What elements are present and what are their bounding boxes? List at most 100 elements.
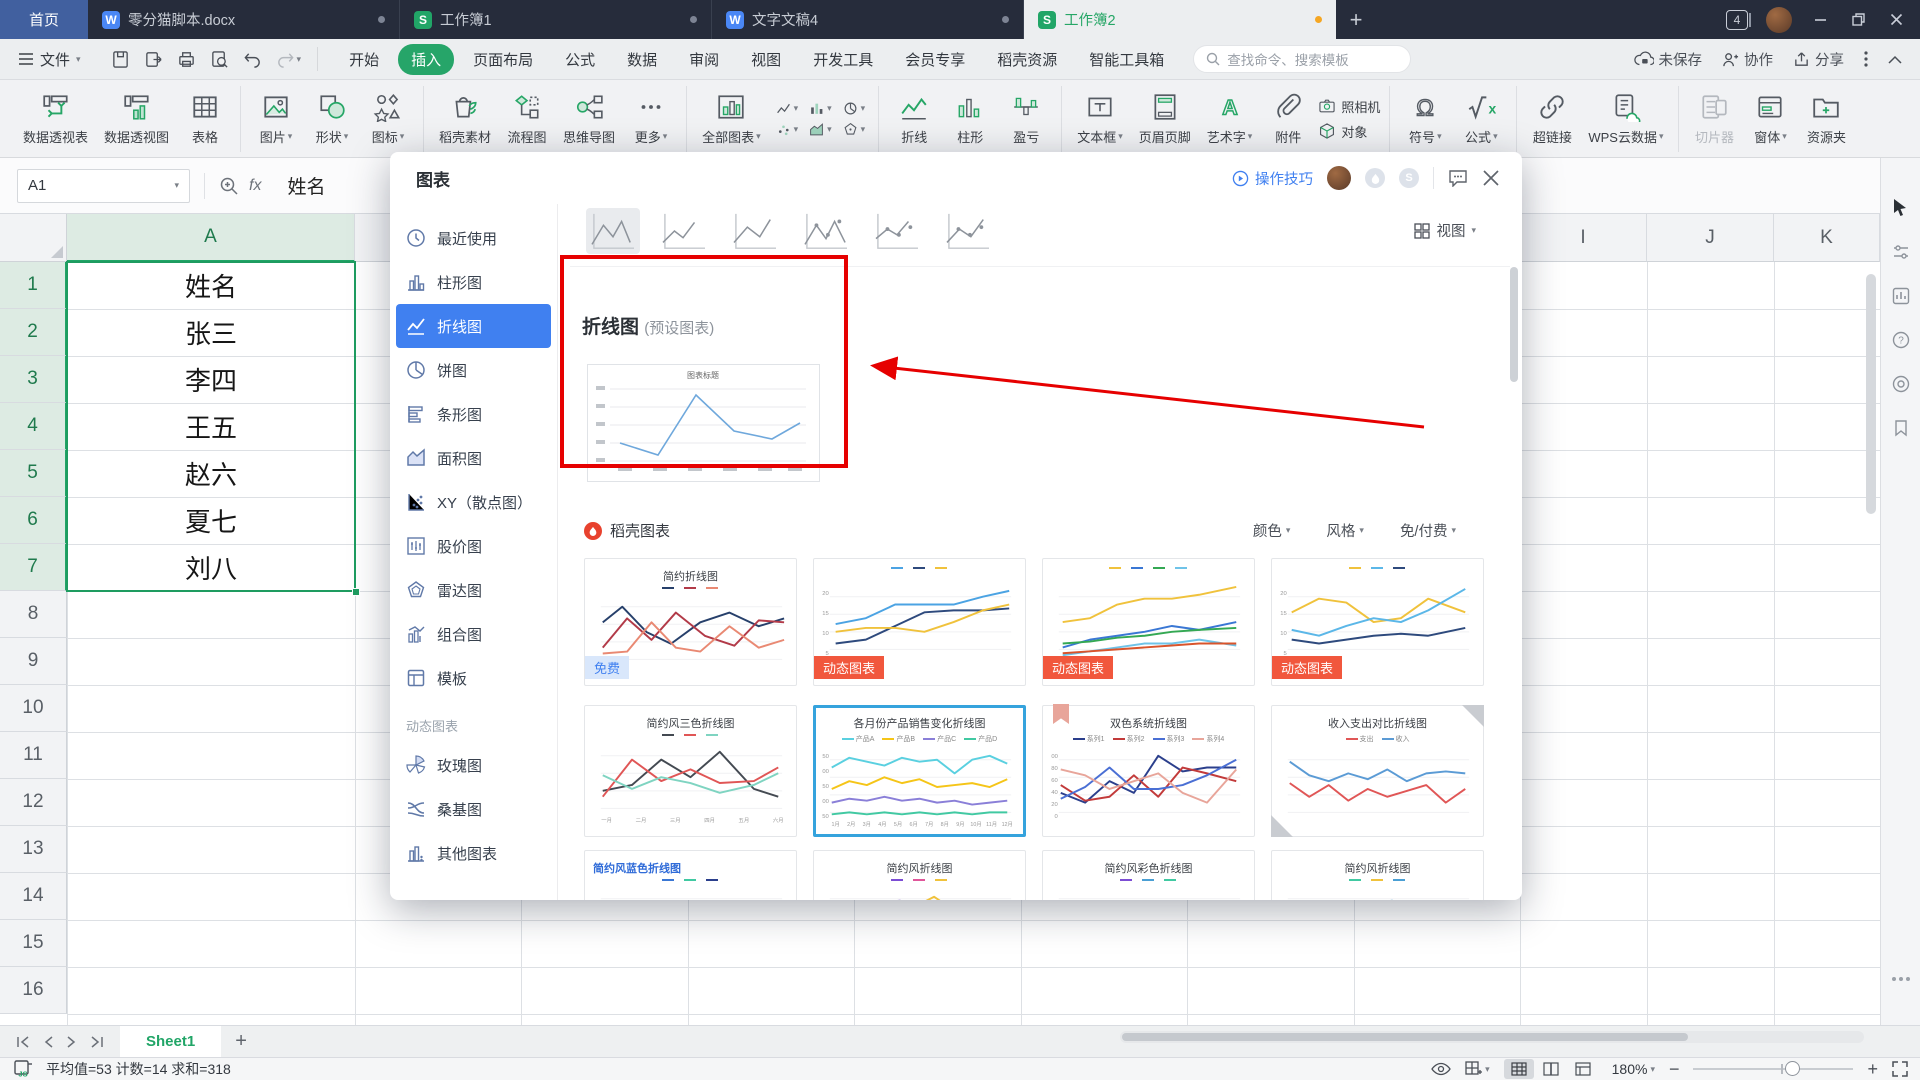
doc-tab-文字文稿4[interactable]: W 文字文稿4 bbox=[712, 0, 1024, 39]
prev-sheet-icon[interactable] bbox=[44, 1035, 53, 1048]
zoom-out-button[interactable]: − bbox=[1669, 1059, 1680, 1080]
new-tab-button[interactable]: + bbox=[1336, 0, 1376, 39]
unsaved-dot[interactable] bbox=[1315, 16, 1322, 23]
column-header-J[interactable]: J bbox=[1647, 214, 1774, 262]
chart-line-button[interactable]: ▾ bbox=[775, 101, 798, 116]
file-menu-button[interactable]: 文件 ▾ bbox=[0, 49, 95, 70]
magnifier-icon[interactable] bbox=[219, 176, 239, 196]
menu-tab-智能工具箱[interactable]: 智能工具箱 bbox=[1076, 44, 1177, 75]
row-header-5[interactable]: 5 bbox=[0, 450, 67, 497]
超链接-button[interactable]: 超链接 bbox=[1526, 89, 1578, 148]
sidebar-item-条形图[interactable]: 条形图 bbox=[396, 392, 551, 436]
filter-免/付费[interactable]: 免/付费 ▾ bbox=[1400, 520, 1456, 541]
艺术字-button[interactable]: A 艺术字 ▾ bbox=[1201, 89, 1259, 148]
chart-template-card[interactable]: 简约风折线图 bbox=[813, 850, 1026, 900]
折线-button[interactable]: 折线 bbox=[888, 89, 940, 148]
cell-A4[interactable]: 王五 bbox=[68, 404, 354, 449]
chart-tool-icon[interactable] bbox=[1892, 287, 1910, 305]
cell-options-icon[interactable] bbox=[1465, 1061, 1483, 1077]
fullscreen-icon[interactable] bbox=[1892, 1061, 1908, 1077]
row-header-4[interactable]: 4 bbox=[0, 403, 67, 450]
fill-handle[interactable] bbox=[352, 588, 360, 596]
row-header-13[interactable]: 13 bbox=[0, 826, 67, 873]
collaborate-button[interactable]: 协作 bbox=[1722, 49, 1773, 70]
dialog-scrollbar[interactable] bbox=[1510, 267, 1518, 382]
zoom-slider-handle[interactable] bbox=[1785, 1061, 1801, 1076]
文本框-button[interactable]: 文本框 ▾ bbox=[1071, 89, 1129, 148]
tips-link[interactable]: 操作技巧 bbox=[1232, 168, 1313, 189]
wps-member-badge-icon[interactable]: S bbox=[1399, 168, 1419, 188]
export-icon[interactable] bbox=[144, 50, 163, 69]
sheet-tab-sheet1[interactable]: Sheet1 bbox=[120, 1025, 222, 1058]
表格-button[interactable]: 表格 bbox=[179, 89, 231, 148]
sidebar-item-XY（散点图）[interactable]: XY（散点图） bbox=[396, 480, 551, 524]
menu-tab-数据[interactable]: 数据 bbox=[614, 44, 670, 75]
feedback-icon[interactable] bbox=[1448, 169, 1468, 187]
dialog-close-icon[interactable] bbox=[1482, 169, 1500, 187]
filter-颜色[interactable]: 颜色 ▾ bbox=[1253, 520, 1291, 541]
menu-tab-插入[interactable]: 插入 bbox=[398, 43, 455, 75]
sidebar-item-最近使用[interactable]: 最近使用 bbox=[396, 216, 551, 260]
sidebar-item-组合图[interactable]: 组合图 bbox=[396, 612, 551, 656]
cell-A2[interactable]: 张三 bbox=[68, 310, 354, 355]
horizontal-scrollbar[interactable] bbox=[1120, 1031, 1864, 1043]
select-cursor-icon[interactable] bbox=[1892, 198, 1909, 217]
more-menu-icon[interactable] bbox=[1864, 51, 1868, 67]
line-variant-6[interactable] bbox=[941, 208, 995, 254]
dialog-user-avatar[interactable] bbox=[1327, 166, 1351, 190]
restore-button[interactable] bbox=[1848, 10, 1868, 30]
row-header-15[interactable]: 15 bbox=[0, 920, 67, 967]
user-avatar[interactable] bbox=[1766, 6, 1792, 33]
row-header-1[interactable]: 1 bbox=[0, 262, 67, 309]
menu-tab-稻壳资源[interactable]: 稻壳资源 bbox=[984, 44, 1070, 75]
sidebar-item-模板[interactable]: 模板 bbox=[396, 656, 551, 700]
chart-area-button[interactable]: ▾ bbox=[808, 122, 832, 137]
思维导图-button[interactable]: 思维导图 bbox=[557, 89, 621, 148]
柱形-button[interactable]: 柱形 bbox=[944, 89, 996, 148]
更多-button[interactable]: 更多 ▾ bbox=[625, 89, 677, 148]
sidebar-item-折线图[interactable]: 折线图 bbox=[396, 304, 551, 348]
share-button[interactable]: 分享 bbox=[1793, 49, 1844, 70]
tab-dot[interactable] bbox=[690, 16, 697, 23]
chart-radar-button[interactable]: ▾ bbox=[842, 122, 865, 137]
line-variant-3[interactable] bbox=[728, 208, 782, 254]
chart-template-card[interactable]: 简约风蓝色折线图 bbox=[584, 850, 797, 900]
view-toggle[interactable]: 视图 ▾ bbox=[1414, 220, 1476, 241]
cell-A7[interactable]: 刘八 bbox=[68, 545, 354, 590]
row-header-7[interactable]: 7 bbox=[0, 544, 67, 591]
page-layout-view-button[interactable] bbox=[1568, 1059, 1598, 1079]
skill-center-icon[interactable] bbox=[1892, 375, 1910, 393]
窗体-button[interactable]: 窗体 ▾ bbox=[1744, 89, 1796, 148]
column-header-K[interactable]: K bbox=[1774, 214, 1880, 262]
preset-line-chart-preview[interactable]: 图表标题 bbox=[587, 364, 820, 482]
数据透视图-button[interactable]: 数据透视图 bbox=[98, 89, 175, 148]
对象-button[interactable]: 对象 bbox=[1318, 122, 1380, 141]
menu-tab-审阅[interactable]: 审阅 bbox=[676, 44, 732, 75]
页眉页脚-button[interactable]: 页眉页脚 bbox=[1133, 89, 1197, 148]
add-sheet-button[interactable]: + bbox=[221, 1030, 261, 1053]
全部图表-button[interactable]: 全部图表 ▾ bbox=[696, 89, 767, 148]
formula-value[interactable]: 姓名 bbox=[287, 172, 325, 199]
sidebar-item-饼图[interactable]: 饼图 bbox=[396, 348, 551, 392]
next-sheet-icon[interactable] bbox=[67, 1035, 76, 1048]
chart-template-card[interactable]: 简约折线图 免费 bbox=[584, 558, 797, 686]
collapse-ribbon-icon[interactable] bbox=[1888, 55, 1902, 64]
row-header-9[interactable]: 9 bbox=[0, 638, 67, 685]
row-header-10[interactable]: 10 bbox=[0, 685, 67, 732]
row-header-3[interactable]: 3 bbox=[0, 356, 67, 403]
资源夹-button[interactable]: 资源夹 bbox=[1800, 89, 1852, 148]
menu-tab-公式[interactable]: 公式 bbox=[552, 44, 608, 75]
sidebar-item-柱形图[interactable]: 柱形图 bbox=[396, 260, 551, 304]
chart-template-card[interactable]: 简约风彩色折线图 bbox=[1042, 850, 1255, 900]
fx-button[interactable]: fx bbox=[249, 177, 261, 195]
menu-tab-页面布局[interactable]: 页面布局 bbox=[460, 44, 546, 75]
doc-tab-工作簿2[interactable]: S 工作簿2 bbox=[1024, 0, 1336, 39]
line-variant-2[interactable] bbox=[657, 208, 711, 254]
panel-more-dots-icon[interactable] bbox=[1891, 977, 1910, 981]
row-header-16[interactable]: 16 bbox=[0, 967, 67, 1014]
row-header-14[interactable]: 14 bbox=[0, 873, 67, 920]
select-all-corner[interactable] bbox=[0, 214, 67, 262]
column-header-I[interactable]: I bbox=[1520, 214, 1647, 262]
row-header-6[interactable]: 6 bbox=[0, 497, 67, 544]
图片-button[interactable]: 图片 ▾ bbox=[250, 89, 302, 148]
